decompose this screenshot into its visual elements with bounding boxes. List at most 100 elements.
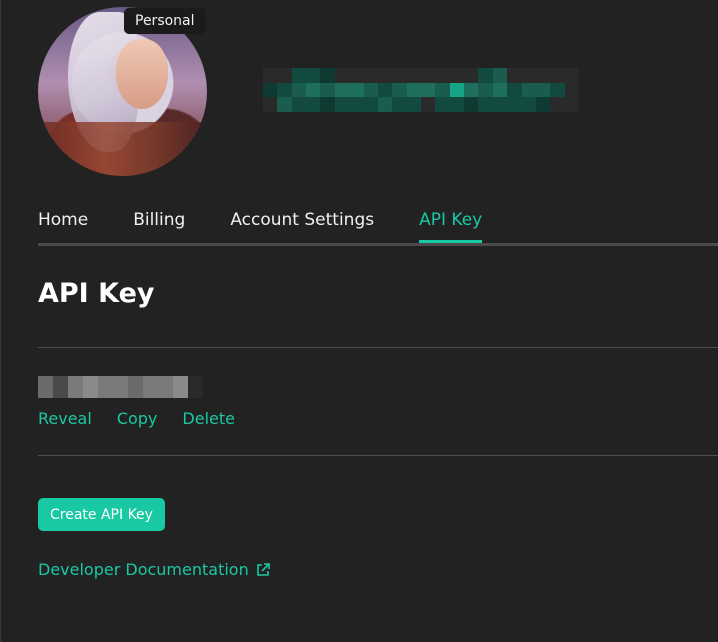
create-api-key-button[interactable]: Create API Key xyxy=(38,498,165,531)
redacted-username xyxy=(263,68,579,112)
redaction-block xyxy=(492,82,508,98)
redaction-block xyxy=(320,97,335,112)
redaction-block xyxy=(521,97,536,112)
reveal-link[interactable]: Reveal xyxy=(38,409,92,428)
redaction-block xyxy=(420,82,436,98)
developer-documentation-label: Developer Documentation xyxy=(38,560,249,579)
redaction-block xyxy=(320,82,335,98)
redaction-block xyxy=(492,68,508,83)
redaction-block xyxy=(507,97,522,112)
redaction-block xyxy=(263,97,278,112)
redaction-block xyxy=(478,97,493,112)
redaction-block xyxy=(128,387,143,398)
redaction-block xyxy=(392,97,407,112)
redaction-block xyxy=(564,82,579,98)
redaction-block xyxy=(306,97,321,112)
redaction-block xyxy=(435,97,450,112)
redaction-block xyxy=(363,68,378,83)
developer-documentation-link[interactable]: Developer Documentation xyxy=(38,560,271,579)
redaction-block xyxy=(521,82,536,98)
redaction-block xyxy=(68,376,83,387)
redaction-block xyxy=(306,68,321,83)
redaction-block xyxy=(535,82,551,98)
redaction-block xyxy=(377,82,393,98)
tab-billing[interactable]: Billing xyxy=(133,205,185,240)
redaction-block xyxy=(363,97,378,112)
redaction-block xyxy=(277,68,292,83)
redaction-block xyxy=(291,97,307,112)
external-link-icon xyxy=(255,562,271,578)
redaction-block xyxy=(38,387,53,398)
redaction-block xyxy=(392,68,407,83)
redaction-block xyxy=(406,68,421,83)
divider-top xyxy=(38,347,718,348)
avatar-armor xyxy=(38,122,207,176)
redaction-block xyxy=(143,387,158,398)
redaction-block xyxy=(507,68,522,83)
redaction-block xyxy=(263,82,278,98)
redaction-block xyxy=(507,82,522,98)
redaction-block xyxy=(535,97,551,112)
redaction-block xyxy=(113,387,128,398)
redaction-block xyxy=(564,68,579,83)
account-page: Personal Home Billing Account Settings A… xyxy=(0,0,718,642)
tab-home[interactable]: Home xyxy=(38,205,88,240)
redaction-block xyxy=(173,376,188,387)
redaction-block xyxy=(406,82,421,98)
redaction-block xyxy=(334,82,350,98)
redaction-block xyxy=(492,97,508,112)
redaction-block xyxy=(478,68,493,83)
redaction-block xyxy=(550,68,565,83)
redaction-block xyxy=(143,376,158,387)
redaction-block xyxy=(128,376,143,387)
redaction-block xyxy=(435,68,450,83)
redaction-block xyxy=(550,97,565,112)
redaction-block xyxy=(113,376,128,387)
redaction-block xyxy=(377,97,393,112)
redacted-api-key xyxy=(38,376,203,398)
account-tabs: Home Billing Account Settings API Key xyxy=(38,205,718,246)
divider-bottom xyxy=(38,455,718,456)
redaction-block xyxy=(420,97,436,112)
redaction-block xyxy=(83,376,98,387)
redaction-block xyxy=(464,68,479,83)
redaction-block xyxy=(83,387,98,398)
redaction-block xyxy=(291,68,307,83)
redaction-block xyxy=(464,97,479,112)
redaction-block xyxy=(263,68,278,83)
avatar-face xyxy=(116,39,168,109)
redaction-block xyxy=(98,387,113,398)
redaction-block xyxy=(334,97,350,112)
api-key-actions: Reveal Copy Delete xyxy=(38,409,235,428)
redaction-block xyxy=(98,376,113,387)
redaction-block xyxy=(435,82,450,98)
redaction-block xyxy=(334,68,350,83)
redaction-block xyxy=(535,68,551,83)
redaction-block xyxy=(68,387,83,398)
copy-link[interactable]: Copy xyxy=(117,409,158,428)
redaction-block xyxy=(406,97,421,112)
tab-api-key[interactable]: API Key xyxy=(419,205,483,243)
redaction-block xyxy=(53,387,68,398)
redaction-block xyxy=(449,68,465,83)
redaction-block xyxy=(449,82,465,98)
redaction-block xyxy=(38,376,53,387)
redaction-block xyxy=(363,82,378,98)
redaction-block xyxy=(392,82,407,98)
redaction-block xyxy=(478,82,493,98)
redaction-block xyxy=(188,376,203,387)
redaction-block xyxy=(550,82,565,98)
redaction-block xyxy=(349,97,364,112)
redaction-block xyxy=(158,387,173,398)
tab-account-settings[interactable]: Account Settings xyxy=(230,205,374,240)
delete-link[interactable]: Delete xyxy=(182,409,235,428)
redaction-block xyxy=(449,97,465,112)
redaction-block xyxy=(320,68,335,83)
redaction-block xyxy=(420,68,436,83)
redaction-block xyxy=(53,376,68,387)
redaction-block xyxy=(277,97,292,112)
redaction-block xyxy=(277,82,292,98)
account-type-badge: Personal xyxy=(124,8,206,34)
redaction-block xyxy=(377,68,393,83)
redaction-block xyxy=(564,97,579,112)
